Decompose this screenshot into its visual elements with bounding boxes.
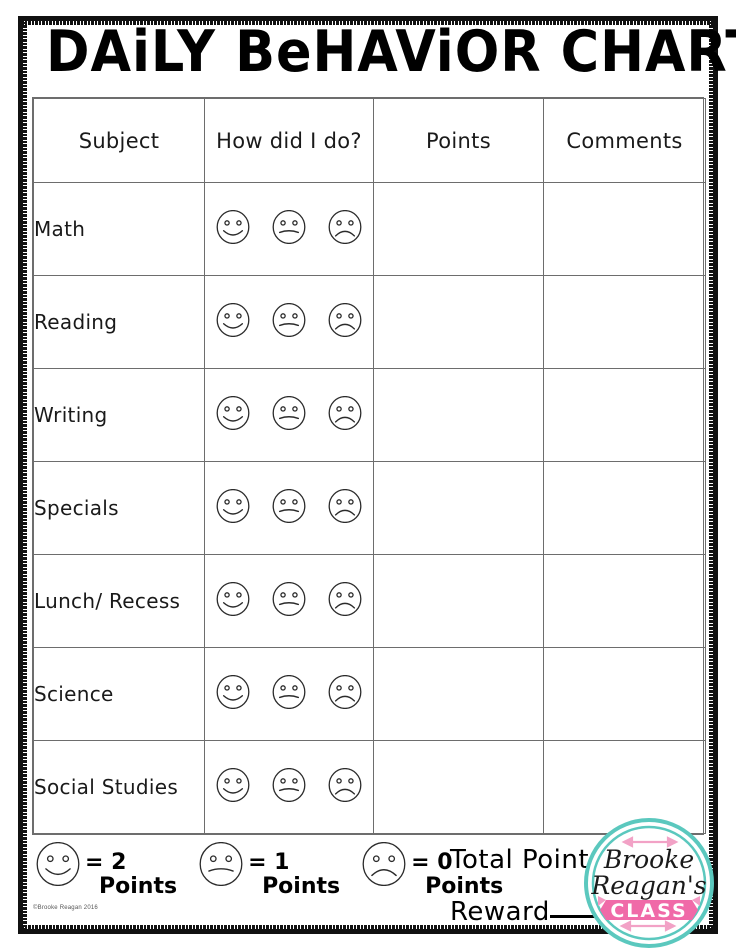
neutral-face-icon[interactable]	[272, 674, 306, 714]
face-group	[205, 302, 373, 342]
brooke-reagans-class-logo: Brooke Reagan's CLASS	[584, 818, 714, 948]
rating-faces-cell	[204, 647, 374, 741]
behavior-table: Subject How did I do? Points Comments Ma…	[33, 98, 706, 834]
neutral-face-icon[interactable]	[272, 302, 306, 342]
legend-unit: Points	[262, 874, 341, 899]
face-group	[205, 395, 373, 435]
column-header-points: Points	[373, 98, 544, 183]
happy-face-icon[interactable]	[216, 674, 250, 714]
sad-face-icon	[362, 841, 406, 891]
legend-item: = 2 Points	[36, 841, 177, 899]
points-cell[interactable]	[373, 647, 544, 741]
comments-cell[interactable]	[543, 182, 706, 276]
happy-face-icon[interactable]	[216, 581, 250, 621]
legend-equals: = 2	[85, 850, 127, 875]
comments-cell[interactable]	[543, 554, 706, 648]
sad-face-icon[interactable]	[328, 674, 362, 714]
comments-cell[interactable]	[543, 368, 706, 462]
logo-name-line1: Brooke	[603, 845, 694, 874]
subject-cell: Specials	[33, 461, 205, 555]
copyright-notice: ©Brooke Reagan 2016	[33, 905, 98, 911]
points-cell[interactable]	[373, 275, 544, 369]
points-cell[interactable]	[373, 461, 544, 555]
sad-face-icon[interactable]	[328, 395, 362, 435]
table-row: Science	[33, 647, 706, 741]
neutral-face-icon[interactable]	[272, 209, 306, 249]
behavior-table-container: Subject How did I do? Points Comments Ma…	[32, 97, 706, 835]
sad-face-icon[interactable]	[328, 488, 362, 528]
neutral-face-icon[interactable]	[272, 395, 306, 435]
sad-face-icon[interactable]	[328, 767, 362, 807]
face-group	[205, 488, 373, 528]
column-header-comments: Comments	[543, 98, 706, 183]
happy-face-icon[interactable]	[216, 488, 250, 528]
legend-unit: Points	[99, 874, 178, 899]
face-group	[205, 767, 373, 807]
legend-equals: = 0	[411, 850, 453, 875]
table-header-row: Subject How did I do? Points Comments	[33, 98, 706, 183]
rating-faces-cell	[204, 182, 374, 276]
legend-item: = 1 Points	[199, 841, 340, 899]
subject-cell: Science	[33, 647, 205, 741]
points-cell[interactable]	[373, 740, 544, 834]
table-row: Lunch/ Recess	[33, 554, 706, 648]
sad-face-icon[interactable]	[328, 302, 362, 342]
happy-face-icon[interactable]	[216, 767, 250, 807]
points-cell[interactable]	[373, 368, 544, 462]
happy-face-icon[interactable]	[216, 209, 250, 249]
happy-face-icon	[36, 841, 80, 891]
legend-value: = 2 Points	[85, 842, 177, 899]
happy-face-icon[interactable]	[216, 395, 250, 435]
subject-cell: Math	[33, 182, 205, 276]
subject-cell: Social Studies	[33, 740, 205, 834]
neutral-face-icon	[199, 841, 243, 891]
table-row: Math	[33, 182, 706, 276]
page-title: DAiLY BeHAViOR CHART	[46, 19, 736, 85]
legend-equals: = 1	[248, 850, 290, 875]
neutral-face-icon[interactable]	[272, 581, 306, 621]
column-header-how-did-i-do: How did I do?	[204, 98, 374, 183]
logo-svg: Brooke Reagan's CLASS	[584, 818, 714, 948]
rating-faces-cell	[204, 368, 374, 462]
rating-faces-cell	[204, 461, 374, 555]
subject-cell: Writing	[33, 368, 205, 462]
legend-value: = 1 Points	[248, 842, 340, 899]
frame-edge-left	[18, 16, 27, 934]
subject-cell: Lunch/ Recess	[33, 554, 205, 648]
neutral-face-icon[interactable]	[272, 767, 306, 807]
table-row: Reading	[33, 275, 706, 369]
logo-banner-text: CLASS	[610, 900, 687, 922]
sad-face-icon[interactable]	[328, 581, 362, 621]
neutral-face-icon[interactable]	[272, 488, 306, 528]
table-row: Specials	[33, 461, 706, 555]
column-header-subject: Subject	[33, 98, 205, 183]
reward-label: Reward	[450, 897, 550, 927]
table-header: Subject How did I do? Points Comments	[33, 98, 706, 183]
face-group	[205, 674, 373, 714]
frame-edge-right	[709, 16, 718, 934]
points-cell[interactable]	[373, 554, 544, 648]
table-row: Writing	[33, 368, 706, 462]
rating-faces-cell	[204, 740, 374, 834]
face-group	[205, 581, 373, 621]
subject-cell: Reading	[33, 275, 205, 369]
behavior-chart-page: DAiLY BeHAViOR CHART Subject How did I d…	[0, 0, 736, 951]
points-legend: = 2 Points = 1 Points = 0 Points	[36, 841, 503, 899]
comments-cell[interactable]	[543, 275, 706, 369]
table-body: Math Reading Writing Specials Lunch/ Recess S…	[33, 182, 706, 834]
rating-faces-cell	[204, 554, 374, 648]
sad-face-icon[interactable]	[328, 209, 362, 249]
comments-cell[interactable]	[543, 647, 706, 741]
happy-face-icon[interactable]	[216, 302, 250, 342]
logo-name-line2: Reagan's	[590, 871, 706, 900]
points-cell[interactable]	[373, 182, 544, 276]
comments-cell[interactable]	[543, 461, 706, 555]
rating-faces-cell	[204, 275, 374, 369]
total-points-label: Total Points	[450, 845, 604, 875]
face-group	[205, 209, 373, 249]
